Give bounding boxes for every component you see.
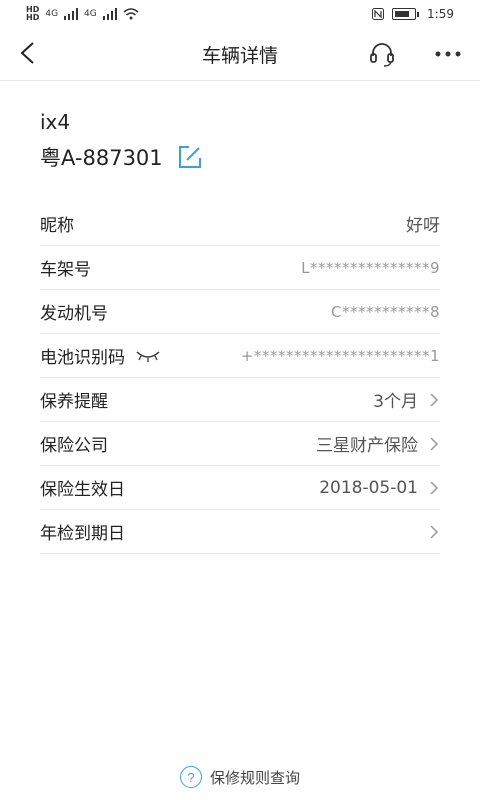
nfc-icon bbox=[372, 8, 385, 20]
row-label: 保养提醒 bbox=[40, 392, 108, 412]
edit-icon[interactable] bbox=[177, 144, 203, 170]
row-value: 三星财产保险 bbox=[316, 436, 418, 456]
vehicle-header: ix4 粤A-887301 bbox=[40, 110, 203, 172]
row-value-wrap: 3个月 bbox=[373, 387, 440, 412]
row-label: 发动机号 bbox=[40, 304, 108, 324]
row-label: 保险公司 bbox=[40, 436, 108, 456]
license-plate: 粤A-887301 bbox=[40, 146, 163, 170]
plate-row: 粤A-887301 bbox=[40, 142, 203, 172]
row-nickname[interactable]: 昵称 好呀 bbox=[40, 202, 440, 246]
row-label: 年检到期日 bbox=[40, 524, 125, 544]
vehicle-model: ix4 bbox=[40, 110, 71, 134]
row-label: 车架号 bbox=[40, 260, 91, 280]
battery-icon bbox=[392, 8, 417, 20]
row-value: 3个月 bbox=[373, 392, 418, 412]
row-label-wrap: 电池识别码 bbox=[40, 343, 161, 368]
row-label: 电池识别码 bbox=[40, 348, 125, 368]
row-maintenance-reminder[interactable]: 保养提醒 3个月 bbox=[40, 378, 440, 422]
page-title: 车辆详情 bbox=[201, 45, 278, 67]
network-label-2: 4G bbox=[84, 9, 97, 19]
hd-icon: HD HD bbox=[26, 6, 39, 22]
chevron-right-icon bbox=[430, 524, 439, 539]
signal-icon bbox=[64, 8, 79, 20]
row-value: 好呀 bbox=[406, 216, 440, 236]
status-bar: HD HD 4G 4G 1:59 bbox=[0, 0, 480, 28]
wifi-icon bbox=[123, 8, 139, 20]
row-value-wrap bbox=[418, 524, 440, 539]
row-vin: 车架号 L***************9 bbox=[40, 246, 440, 290]
battery-tip bbox=[417, 11, 420, 17]
more-icon bbox=[435, 51, 461, 57]
chevron-right-icon bbox=[430, 392, 439, 407]
warranty-rules-label: 保修规则查询 bbox=[209, 768, 300, 787]
hd-label-2: HD bbox=[26, 13, 40, 22]
headset-icon bbox=[370, 43, 394, 67]
title-bar: 车辆详情 bbox=[0, 28, 480, 81]
row-label: 昵称 bbox=[40, 216, 74, 236]
customer-service-button[interactable] bbox=[366, 40, 398, 68]
help-icon: ? bbox=[179, 766, 202, 788]
row-value-wrap: 三星财产保险 bbox=[316, 431, 440, 456]
chevron-right-icon bbox=[430, 480, 439, 495]
row-inspection-due-date[interactable]: 年检到期日 bbox=[40, 510, 440, 554]
row-engine-number: 发动机号 C***********8 bbox=[40, 290, 440, 334]
eye-closed-icon[interactable] bbox=[135, 349, 161, 363]
warranty-rules-link[interactable]: ? 保修规则查询 bbox=[0, 766, 480, 788]
status-left: HD HD 4G 4G bbox=[0, 6, 139, 22]
signal-icon bbox=[102, 8, 117, 20]
status-right: 1:59 bbox=[372, 7, 480, 21]
more-button[interactable] bbox=[430, 40, 466, 68]
row-insurance-company[interactable]: 保险公司 三星财产保险 bbox=[40, 422, 440, 466]
row-value: C***********8 bbox=[330, 302, 440, 321]
row-label: 保险生效日 bbox=[40, 480, 125, 500]
row-value: 2018-05-01 bbox=[319, 477, 418, 498]
row-value: +**********************1 bbox=[240, 346, 440, 365]
vehicle-details-list: 昵称 好呀 车架号 L***************9 发动机号 C******… bbox=[40, 202, 440, 554]
chevron-right-icon bbox=[430, 436, 439, 451]
status-time: 1:59 bbox=[427, 7, 454, 21]
row-value: L***************9 bbox=[301, 258, 440, 277]
row-battery-id: 电池识别码 +**********************1 bbox=[40, 334, 440, 378]
row-insurance-effective-date[interactable]: 保险生效日 2018-05-01 bbox=[40, 466, 440, 510]
row-value-wrap: 2018-05-01 bbox=[319, 478, 440, 498]
network-label-1: 4G bbox=[45, 9, 59, 19]
